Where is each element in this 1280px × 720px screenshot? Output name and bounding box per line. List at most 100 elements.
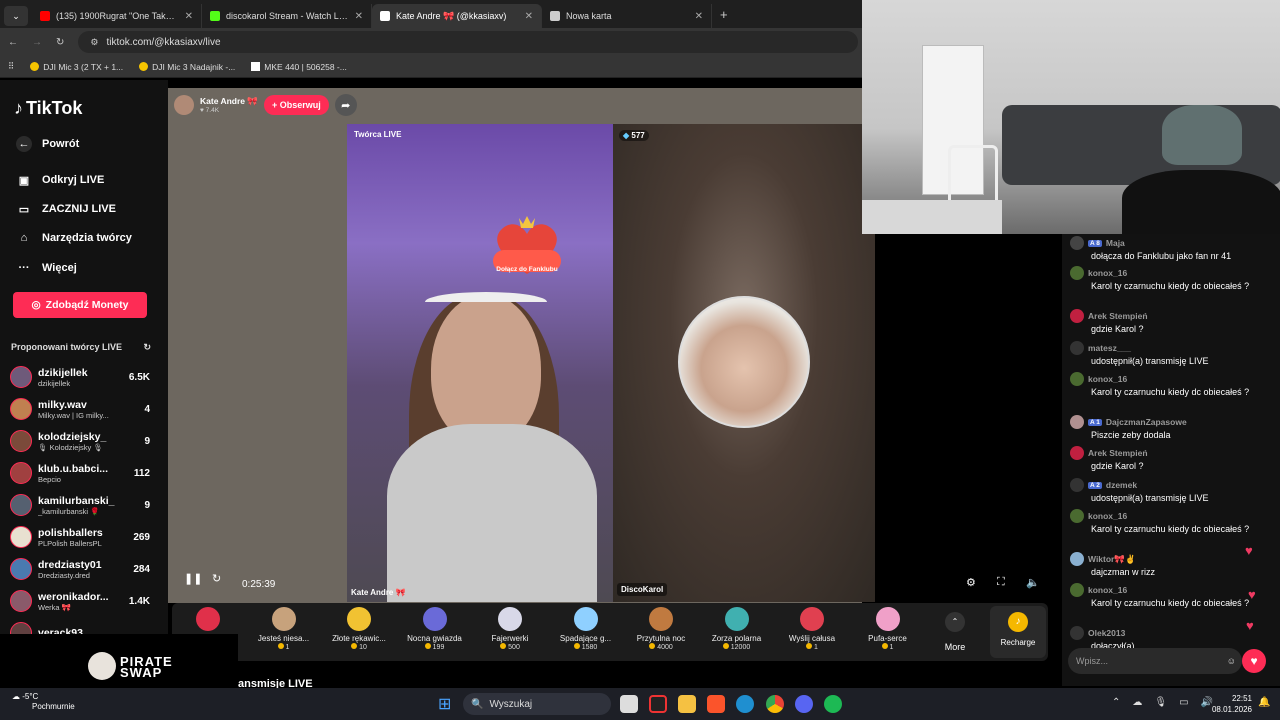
- volume-icon[interactable]: 🔈: [1026, 576, 1040, 589]
- suggested-creator[interactable]: weronikador... Werka 🎀 1.4K: [10, 586, 150, 616]
- tab-list-button[interactable]: ⌄: [4, 6, 28, 26]
- discord-icon[interactable]: [795, 695, 813, 713]
- chat-username[interactable]: dzemek: [1106, 480, 1137, 490]
- avatar[interactable]: [1070, 583, 1084, 597]
- brave-icon[interactable]: [707, 695, 725, 713]
- pause-icon[interactable]: ❚❚: [184, 572, 202, 585]
- gift-item[interactable]: Spadające g... 1580: [550, 605, 622, 651]
- gift-item[interactable]: Jesteś niesa... 1: [248, 605, 320, 651]
- browser-tab[interactable]: Nowa karta ✕: [542, 4, 712, 28]
- gift-item[interactable]: Nocna gwiazda 199: [399, 605, 471, 651]
- gift-item[interactable]: Wyślij całusa 1: [776, 605, 848, 651]
- chat-username[interactable]: Arek Stempień: [1088, 311, 1148, 321]
- gift-item[interactable]: Złote rękawic... 10: [323, 605, 395, 651]
- chat-username[interactable]: konox_16: [1088, 374, 1127, 384]
- close-tab-icon[interactable]: ✕: [185, 11, 193, 22]
- obs-icon[interactable]: [649, 695, 667, 713]
- host-avatar[interactable]: [174, 95, 194, 115]
- guest-video-name[interactable]: DiscoKarol: [617, 583, 668, 596]
- suggested-creator[interactable]: milky.wav Milky.wav | IG milky... 4: [10, 394, 150, 424]
- fullscreen-icon[interactable]: ⛶: [997, 576, 1005, 589]
- gift-item[interactable]: Fajerwerki 500: [474, 605, 546, 651]
- guest-video[interactable]: ◆ 577 DiscoKarol: [613, 124, 875, 602]
- chat-username[interactable]: DajczmanZapasowe: [1106, 417, 1187, 427]
- taskbar-search[interactable]: 🔍 Wyszukaj: [463, 693, 611, 715]
- host-name[interactable]: Kate Andre 🎀: [200, 96, 258, 107]
- edge-icon[interactable]: [736, 695, 754, 713]
- network-icon[interactable]: ▭: [1179, 697, 1188, 708]
- site-info-icon[interactable]: ⚙: [90, 37, 98, 48]
- nav-creator-tools[interactable]: ⌂ Narzędzia twórcy: [16, 230, 132, 246]
- gift-item[interactable]: Przytulna noc 4000: [625, 605, 697, 651]
- suggested-creator[interactable]: kolodziejsky_ 🎙 Kolodziejsky 🎙 9: [10, 426, 150, 456]
- share-icon[interactable]: ➦: [334, 94, 357, 116]
- gift-more-button[interactable]: ⌃ More: [938, 612, 972, 652]
- avatar[interactable]: [1070, 446, 1084, 460]
- clock[interactable]: 22:51 08.01.2026: [1210, 693, 1252, 715]
- file-explorer-icon[interactable]: [678, 695, 696, 713]
- apps-icon[interactable]: ⠿: [8, 61, 14, 72]
- chat-username[interactable]: Maja: [1106, 238, 1125, 248]
- weather-widget[interactable]: ☁ -5°C Pochmurnie: [12, 692, 75, 712]
- close-tab-icon[interactable]: ✕: [525, 11, 533, 22]
- chat-input[interactable]: Wpisz... ☺: [1068, 648, 1242, 674]
- reload-icon[interactable]: ↻: [56, 37, 64, 48]
- nav-more[interactable]: ··· Więcej: [16, 260, 77, 276]
- suggested-creator[interactable]: dredziasty01 Dredziasty.dred 284: [10, 554, 150, 584]
- avatar[interactable]: [1070, 626, 1084, 640]
- start-icon[interactable]: ⊞: [438, 694, 451, 714]
- chat-username[interactable]: konox_16: [1088, 511, 1127, 521]
- emoji-icon[interactable]: ☺: [1227, 656, 1236, 666]
- new-tab-button[interactable]: +: [720, 7, 728, 22]
- chat-username[interactable]: Arek Stempień: [1088, 448, 1148, 458]
- avatar[interactable]: [1070, 552, 1084, 566]
- browser-tab[interactable]: discokarol Stream - Watch Live ✕: [202, 4, 372, 28]
- chat-username[interactable]: Olek2013: [1088, 628, 1125, 638]
- refresh-icon[interactable]: ↻: [143, 342, 151, 353]
- task-view-icon[interactable]: [620, 695, 638, 713]
- suggested-creator[interactable]: dzikijellek dzikijellek 6.5K: [10, 362, 150, 392]
- recharge-button[interactable]: ♪ Recharge: [990, 606, 1046, 658]
- chat-username[interactable]: matesz___: [1088, 343, 1131, 353]
- avatar[interactable]: [1070, 236, 1084, 250]
- chat-username[interactable]: konox_16: [1088, 268, 1127, 278]
- url-field[interactable]: ⚙ tiktok.com/@kkasiaxv/live: [78, 31, 859, 53]
- get-coins-button[interactable]: ◎ Zdobądź Monety: [13, 292, 147, 318]
- follow-button[interactable]: + Obserwuj: [263, 95, 329, 115]
- avatar[interactable]: [1070, 509, 1084, 523]
- avatar[interactable]: [1070, 415, 1084, 429]
- bookmark-3[interactable]: MKE 440 | 506258 -...: [251, 62, 347, 72]
- tiktok-logo[interactable]: ♪ TikTok: [14, 98, 82, 119]
- nav-discover-live[interactable]: ▣ Odkryj LIVE: [16, 172, 105, 188]
- cloud-icon[interactable]: ☁: [1132, 697, 1142, 708]
- bookmark-1[interactable]: DJI Mic 3 (2 TX + 1...: [30, 62, 123, 72]
- chat-username[interactable]: Wiktor🎀✌: [1088, 554, 1136, 565]
- avatar[interactable]: [1070, 341, 1084, 355]
- host-video[interactable]: Dołącz do Fanklubu Twórca LIVE Kate Andr…: [347, 124, 613, 602]
- spotify-icon[interactable]: [824, 695, 842, 713]
- chrome-icon[interactable]: [766, 695, 784, 713]
- avatar[interactable]: [1070, 478, 1084, 492]
- microphone-icon[interactable]: 🎙: [1154, 697, 1167, 708]
- gift-item[interactable]: Pufa-serce 1: [852, 605, 924, 651]
- avatar[interactable]: [1070, 266, 1084, 280]
- suggested-creator[interactable]: kamilurbanski_ _kamilurbanski 🌹 9: [10, 490, 150, 520]
- back-link[interactable]: ← Powrót: [16, 136, 79, 152]
- browser-tab[interactable]: Kate Andre 🎀 (@kkasiaxv) ✕: [372, 4, 542, 28]
- avatar[interactable]: [1070, 372, 1084, 386]
- forward-icon[interactable]: →: [32, 37, 42, 48]
- nav-start-live[interactable]: ▭ ZACZNIJ LIVE: [16, 201, 116, 217]
- close-tab-icon[interactable]: ✕: [355, 11, 363, 22]
- settings-icon[interactable]: ⚙: [966, 576, 976, 589]
- suggested-creator[interactable]: klub.u.babci... Bepcio 112: [10, 458, 150, 488]
- refresh-stream-icon[interactable]: ↻: [212, 572, 221, 585]
- like-heart-button[interactable]: ♥: [1242, 649, 1266, 673]
- close-tab-icon[interactable]: ✕: [695, 11, 703, 22]
- avatar[interactable]: [1070, 309, 1084, 323]
- back-icon[interactable]: ←: [8, 37, 18, 48]
- suggested-creator[interactable]: polishballers PLPolish BallersPL 269: [10, 522, 150, 552]
- browser-tab[interactable]: (135) 1900Rugrat "One Take Fre ✕: [32, 4, 202, 28]
- chat-username[interactable]: konox_16: [1088, 585, 1127, 595]
- chevron-up-icon[interactable]: ⌃: [1112, 697, 1120, 708]
- bookmark-2[interactable]: DJI Mic 3 Nadajnik -...: [139, 62, 235, 72]
